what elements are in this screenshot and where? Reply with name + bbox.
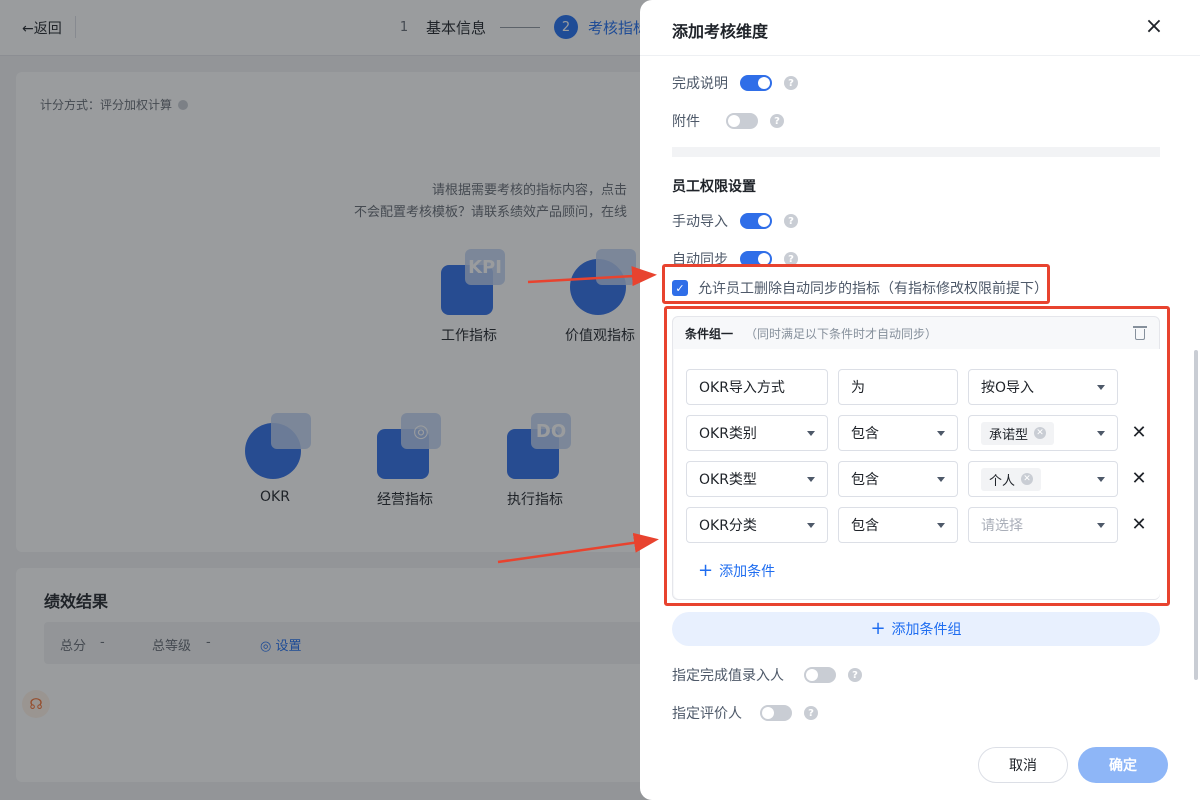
condition-group-desc: （同时满足以下条件时才自动同步） bbox=[745, 326, 938, 341]
remove-condition-icon[interactable]: ✕ bbox=[1130, 424, 1148, 442]
employee-permission-title: 员工权限设置 bbox=[672, 179, 756, 195]
manual-import-label: 手动导入 bbox=[672, 214, 728, 230]
condition-value-select[interactable]: 按O导入 bbox=[968, 369, 1118, 405]
condition-value-select[interactable]: 承诺型 ✕ bbox=[968, 415, 1118, 451]
scrollbar[interactable] bbox=[1194, 350, 1198, 680]
add-condition-group-button[interactable]: + 添加条件组 bbox=[672, 612, 1160, 646]
chevron-down-icon bbox=[807, 477, 815, 482]
chevron-down-icon bbox=[1097, 385, 1105, 390]
condition-list: OKR导入方式 为 按O导入 OKR类别 包含 承诺型 ✕ ✕ OKR类型 包含 … bbox=[674, 349, 1160, 599]
tag-remove-icon[interactable]: ✕ bbox=[1021, 473, 1034, 485]
auto-sync-label: 自动同步 bbox=[672, 252, 728, 268]
assign-reviewer-label: 指定评价人 bbox=[672, 706, 742, 722]
condition-operator-select[interactable]: 包含 bbox=[838, 461, 958, 497]
completion-toggle[interactable] bbox=[740, 75, 772, 91]
chevron-down-icon bbox=[937, 523, 945, 528]
help-icon[interactable]: ? bbox=[784, 76, 798, 90]
auto-sync-row: 自动同步 ? bbox=[672, 249, 798, 269]
manual-import-toggle[interactable] bbox=[740, 213, 772, 229]
add-dimension-drawer: 添加考核维度 × 完成说明 ? 附件 ? 员工权限设置 手动导入 ? 自动同步 … bbox=[640, 0, 1200, 800]
chevron-down-icon bbox=[1097, 523, 1105, 528]
assign-reviewer-toggle[interactable] bbox=[760, 705, 792, 721]
condition-field-select[interactable]: OKR类型 bbox=[686, 461, 828, 497]
chevron-down-icon bbox=[1097, 477, 1105, 482]
allow-delete-label: 允许员工删除自动同步的指标（有指标修改权限前提下） bbox=[698, 281, 1048, 297]
chevron-down-icon bbox=[1097, 431, 1105, 436]
drawer-title: 添加考核维度 bbox=[672, 22, 769, 41]
attachment-label: 附件 bbox=[672, 114, 700, 130]
condition-field-select[interactable]: OKR导入方式 bbox=[686, 369, 828, 405]
assign-reviewer-row: 指定评价人 ? bbox=[672, 703, 818, 723]
add-condition-button[interactable]: + 添加条件 bbox=[698, 561, 775, 581]
chevron-down-icon bbox=[937, 431, 945, 436]
condition-group-name: 条件组一 bbox=[685, 326, 734, 341]
attachment-row: 附件 ? bbox=[672, 111, 784, 131]
help-icon[interactable]: ? bbox=[784, 252, 798, 266]
close-icon[interactable]: × bbox=[1142, 16, 1166, 40]
help-icon[interactable]: ? bbox=[770, 114, 784, 128]
completion-label: 完成说明 bbox=[672, 76, 728, 92]
help-icon[interactable]: ? bbox=[848, 668, 862, 682]
checkbox-checked-icon[interactable]: ✓ bbox=[672, 280, 688, 296]
value-tag: 承诺型 ✕ bbox=[981, 421, 1055, 445]
help-icon[interactable]: ? bbox=[804, 706, 818, 720]
condition-field-select[interactable]: OKR类别 bbox=[686, 415, 828, 451]
assign-completion-label: 指定完成值录入人 bbox=[672, 668, 784, 684]
auto-sync-toggle[interactable] bbox=[740, 251, 772, 267]
tag-remove-icon[interactable]: ✕ bbox=[1034, 427, 1047, 439]
condition-value-select[interactable]: 个人 ✕ bbox=[968, 461, 1118, 497]
condition-operator-select[interactable]: 包含 bbox=[838, 507, 958, 543]
drawer-header: 添加考核维度 × bbox=[640, 0, 1200, 56]
attachment-toggle[interactable] bbox=[726, 113, 758, 129]
chevron-down-icon bbox=[807, 431, 815, 436]
plus-icon: + bbox=[870, 618, 886, 639]
condition-field-select[interactable]: OKR分类 bbox=[686, 507, 828, 543]
value-tag: 个人 ✕ bbox=[981, 467, 1042, 491]
condition-operator-select[interactable]: 包含 bbox=[838, 415, 958, 451]
condition-value-select[interactable]: 请选择 bbox=[968, 507, 1118, 543]
assign-completion-row: 指定完成值录入人 ? bbox=[672, 665, 862, 685]
condition-group: 条件组一 （同时满足以下条件时才自动同步） OKR导入方式 为 按O导入 OKR… bbox=[672, 316, 1160, 600]
remove-condition-icon[interactable]: ✕ bbox=[1130, 470, 1148, 488]
confirm-button[interactable]: 确定 bbox=[1078, 747, 1168, 783]
help-icon[interactable]: ? bbox=[784, 214, 798, 228]
completion-row: 完成说明 ? bbox=[672, 73, 798, 93]
cancel-button[interactable]: 取消 bbox=[978, 747, 1068, 783]
chevron-down-icon bbox=[807, 523, 815, 528]
condition-operator-select[interactable]: 为 bbox=[838, 369, 958, 405]
plus-icon: + bbox=[698, 560, 714, 581]
condition-group-header: 条件组一 （同时满足以下条件时才自动同步） bbox=[673, 317, 1159, 349]
manual-import-row: 手动导入 ? bbox=[672, 211, 798, 231]
allow-delete-row[interactable]: ✓ 允许员工删除自动同步的指标（有指标修改权限前提下） bbox=[672, 278, 1048, 298]
section-divider bbox=[672, 147, 1160, 157]
assign-completion-toggle[interactable] bbox=[804, 667, 836, 683]
chevron-down-icon bbox=[937, 477, 945, 482]
trash-icon[interactable] bbox=[1133, 325, 1147, 341]
remove-condition-icon[interactable]: ✕ bbox=[1130, 516, 1148, 534]
